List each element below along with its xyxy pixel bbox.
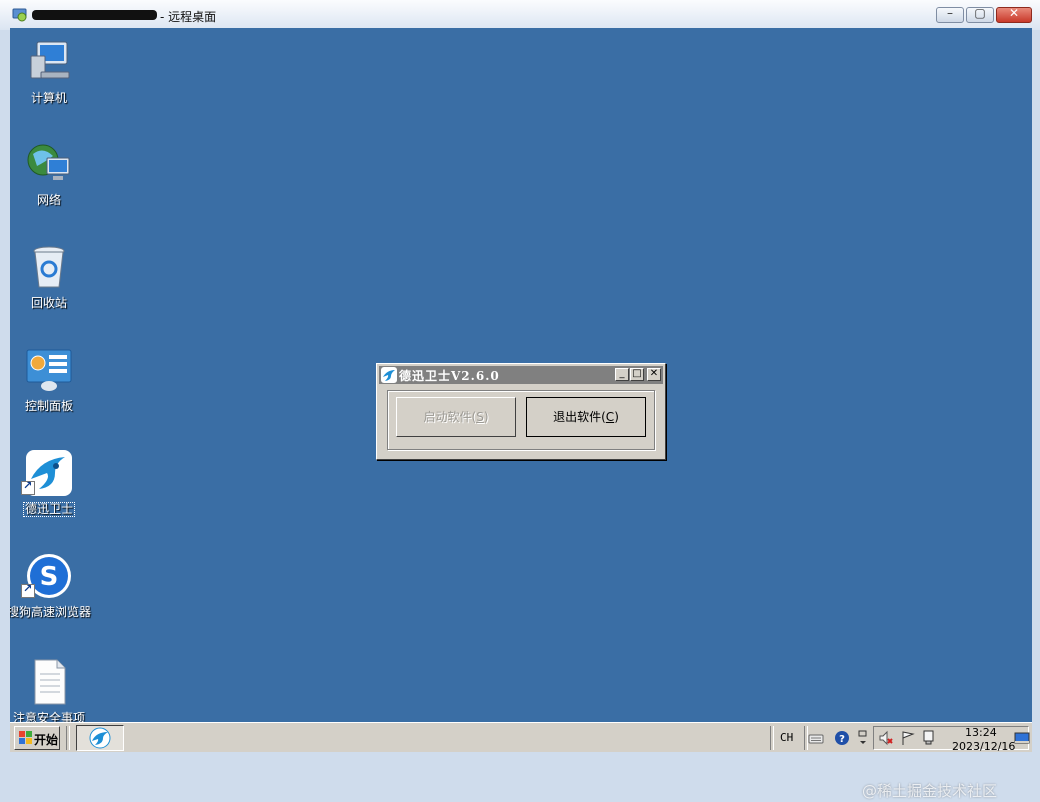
shortcut-arrow-icon [21, 582, 35, 598]
recycle-bin-icon [33, 246, 65, 288]
text-document-icon [34, 659, 66, 705]
dialog-close-button[interactable]: ✕ [647, 368, 661, 381]
start-software-button[interactable]: 启动软件(S) [396, 397, 516, 437]
remote-desktop[interactable]: 计算机 网络 回收站 控制面板 ↗ 德迅卫士 S ↗ 搜狗高速浏览器 注意安全事… [10, 28, 1032, 752]
desktop-icon-label: 德迅卫士 [23, 502, 75, 517]
desktop-icon-label: 计算机 [30, 91, 67, 105]
taskbar: 开始 CH ? 13:24 2023/12/16 [10, 722, 1032, 752]
dialog-button-group: 启动软件(S) 退出软件(C) [387, 390, 655, 450]
clock-date[interactable]: 2023/12/16 [952, 740, 1015, 752]
desktop-icon-label: 搜狗高速浏览器 [10, 605, 91, 619]
language-indicator[interactable]: CH [780, 731, 793, 744]
svg-text:S: S [40, 562, 59, 592]
watermark-text: @稀土掘金技术社区 [862, 782, 998, 800]
taskbar-separator [66, 726, 70, 750]
window-title: - 远程桌面 [160, 10, 217, 24]
desktop-icon-label: 回收站 [30, 296, 67, 310]
clock-time[interactable]: 13:24 [965, 726, 997, 739]
redacted-host-name [32, 10, 157, 20]
dialog-maximize-button[interactable]: □ [630, 368, 644, 381]
help-icon[interactable]: ? [834, 730, 850, 746]
taskbar-item-dexun[interactable] [76, 725, 124, 751]
ime-options-icon[interactable] [858, 730, 868, 746]
start-label: 开始 [34, 733, 59, 747]
dialog-titlebar[interactable]: 德迅卫士V2.6.0 _ □ ✕ [379, 366, 663, 384]
action-center-flag-icon[interactable] [900, 730, 916, 746]
taskbar-separator [770, 726, 774, 750]
minimize-button[interactable]: – [936, 6, 964, 23]
exit-software-button[interactable]: 退出软件(C) [526, 397, 646, 437]
dexun-app-icon [381, 367, 397, 383]
svg-text:?: ? [839, 734, 845, 745]
remote-desktop-icon [12, 8, 27, 22]
network-tray-icon[interactable] [922, 730, 938, 746]
keyboard-icon[interactable] [808, 730, 824, 746]
desktop-icon-label: 控制面板 [24, 399, 73, 413]
desktop-icon-label: 网络 [36, 193, 61, 207]
close-button[interactable]: ✕ [996, 6, 1032, 23]
shortcut-arrow-icon [21, 479, 35, 495]
restore-button[interactable]: ▢ [966, 6, 994, 23]
dialog-minimize-button[interactable]: _ [615, 368, 629, 381]
network-icon [27, 144, 70, 180]
dexun-dialog: 德迅卫士V2.6.0 _ □ ✕ 启动软件(S) 退出软件(C) [376, 363, 666, 460]
show-desktop-icon[interactable] [1014, 730, 1030, 746]
remote-desktop-titlebar[interactable]: - 远程桌面 – ▢ ✕ [0, 0, 1040, 31]
start-button[interactable]: 开始 [14, 726, 60, 750]
dexun-taskbar-icon [89, 727, 111, 749]
volume-muted-icon[interactable] [878, 730, 894, 746]
windows-logo-icon [19, 731, 32, 744]
computer-icon [30, 41, 70, 79]
dialog-title: 德迅卫士V2.6.0 [399, 369, 500, 383]
control-panel-icon [26, 349, 72, 391]
